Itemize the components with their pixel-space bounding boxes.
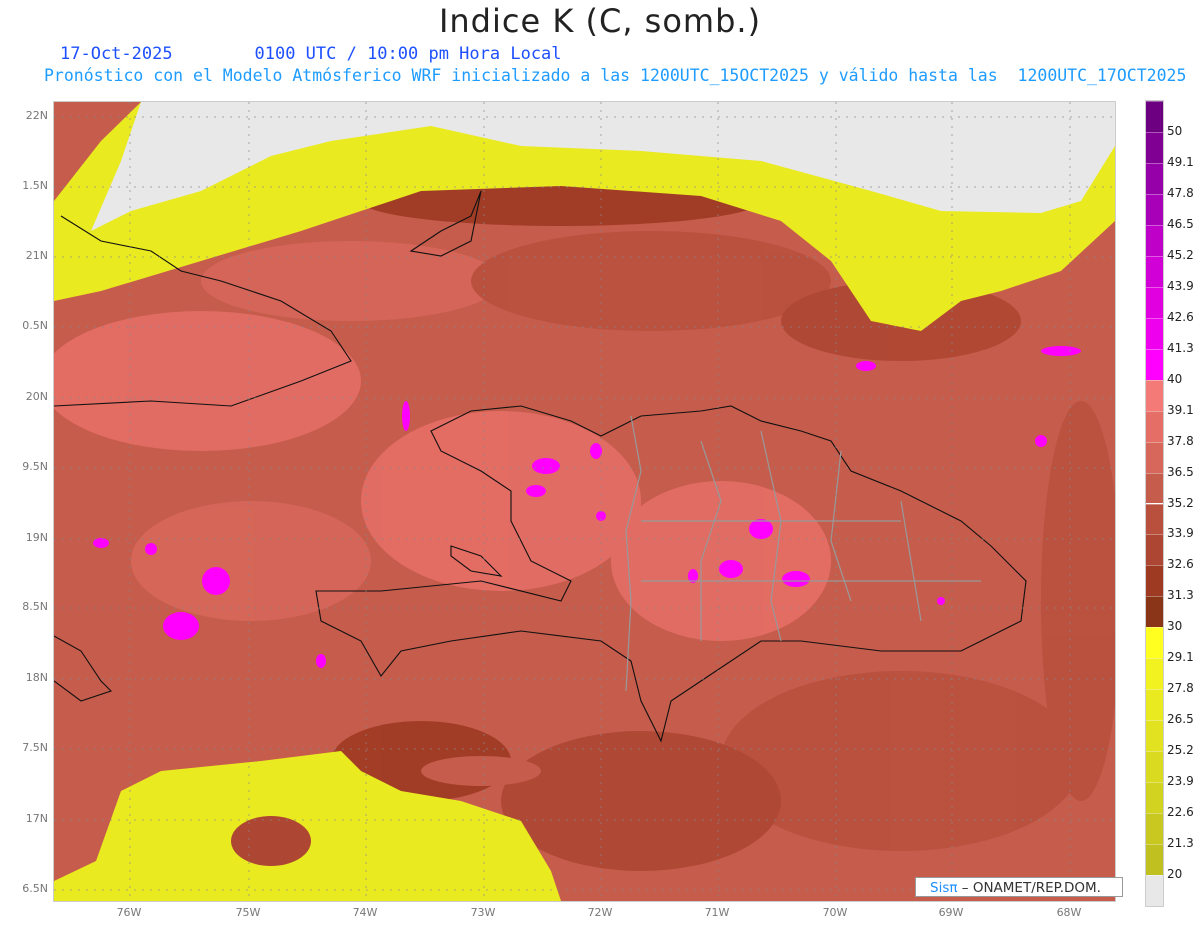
lon-tick-label: 72W <box>587 906 613 919</box>
colorbar-segment <box>1146 751 1163 783</box>
colorbar-segment <box>1146 101 1163 132</box>
colorbar-label: 26.5 <box>1167 712 1194 727</box>
valid-time-line: 17-Oct-2025 0100 UTC / 10:00 pm Hora Loc… <box>60 44 562 64</box>
colorbar-segment <box>1146 503 1163 535</box>
lon-tick-label: 76W <box>116 906 142 919</box>
lat-tick-label: 1.5N <box>22 179 48 192</box>
colorbar-segment <box>1146 844 1163 876</box>
forecast-time: 0100 UTC / 10:00 pm Hora Local <box>254 44 562 64</box>
lon-tick-label: 69W <box>938 906 964 919</box>
colorbar-label: 21.3 <box>1167 836 1194 851</box>
map-title: Indice K (C, somb.) <box>438 2 762 40</box>
model-subtitle: Pronóstico con el Modelo Atmósferico WRF… <box>44 66 1187 85</box>
colorbar-segment <box>1146 348 1163 380</box>
colorbar-label: 30 <box>1167 619 1183 634</box>
colorbar-label: 42.6 <box>1167 309 1194 324</box>
colorbar-segment <box>1146 565 1163 597</box>
colorbar-segment <box>1146 720 1163 752</box>
colorbar-segment <box>1146 875 1163 906</box>
colorbar-segment <box>1146 472 1163 504</box>
colorbar-label: 39.1 <box>1167 402 1194 417</box>
lat-tick-label: 7.5N <box>22 741 48 754</box>
colorbar-segment <box>1146 627 1163 659</box>
lon-tick-label: 68W <box>1056 906 1082 919</box>
colorbar-segment <box>1146 224 1163 256</box>
colorbar-label: 37.8 <box>1167 433 1194 448</box>
colorbar-segment <box>1146 193 1163 225</box>
lon-tick-label: 73W <box>470 906 496 919</box>
lat-tick-label: 18N <box>25 671 48 684</box>
colorbar-label: 43.9 <box>1167 278 1194 293</box>
colorbar-label: 23.9 <box>1167 774 1194 789</box>
lat-tick-label: 6.5N <box>22 882 48 895</box>
colorbar-label: 49.1 <box>1167 154 1194 169</box>
lon-tick-label: 70W <box>822 906 848 919</box>
watermark: Sisπ – ONAMET/REP.DOM. <box>915 877 1123 897</box>
colorbar-segment <box>1146 131 1163 163</box>
lat-tick-label: 17N <box>25 812 48 825</box>
lat-tick-label: 0.5N <box>22 319 48 332</box>
colorbar-segment <box>1146 410 1163 442</box>
colorbar-segment <box>1146 286 1163 318</box>
lat-tick-label: 21N <box>25 249 48 262</box>
colorbar-label: 46.5 <box>1167 216 1194 231</box>
lat-tick-label: 9.5N <box>22 460 48 473</box>
colorbar-label: 50 <box>1167 123 1183 138</box>
colorbar-label: 27.8 <box>1167 681 1194 696</box>
colorbar-segment <box>1146 534 1163 566</box>
colorbar-label: 25.2 <box>1167 743 1194 758</box>
lat-tick-label: 20N <box>25 390 48 403</box>
colorbar-segment <box>1146 162 1163 194</box>
lat-tick-label: 8.5N <box>22 600 48 613</box>
colorbar-segment <box>1146 689 1163 721</box>
colorbar-label: 47.8 <box>1167 185 1194 200</box>
colorbar-segment <box>1146 596 1163 628</box>
colorbar-label: 40 <box>1167 371 1183 386</box>
weather-map-figure: Indice K (C, somb.) 17-Oct-2025 0100 UTC… <box>0 0 1200 927</box>
colorbar-label: 35.2 <box>1167 495 1194 510</box>
lon-tick-label: 75W <box>235 906 261 919</box>
lon-tick-label: 74W <box>352 906 378 919</box>
colorbar <box>1145 100 1164 907</box>
colorbar-label: 41.3 <box>1167 340 1194 355</box>
lon-tick-label: 71W <box>704 906 730 919</box>
lat-tick-label: 22N <box>25 109 48 122</box>
watermark-brand: Sisπ <box>930 880 958 896</box>
colorbar-label: 45.2 <box>1167 247 1194 262</box>
colorbar-segment <box>1146 782 1163 814</box>
watermark-text: – ONAMET/REP.DOM. <box>957 880 1101 896</box>
colorbar-segment <box>1146 255 1163 287</box>
colorbar-label: 33.9 <box>1167 526 1194 541</box>
colorbar-label: 29.1 <box>1167 650 1194 665</box>
colorbar-segment <box>1146 379 1163 411</box>
colorbar-label: 22.6 <box>1167 805 1194 820</box>
colorbar-segment <box>1146 658 1163 690</box>
k-index-map <box>53 101 1116 902</box>
colorbar-label: 32.6 <box>1167 557 1194 572</box>
colorbar-segment <box>1146 441 1163 473</box>
colorbar-segment <box>1146 317 1163 349</box>
forecast-date: 17-Oct-2025 <box>60 44 173 64</box>
colorbar-label: 36.5 <box>1167 464 1194 479</box>
colorbar-label: 31.3 <box>1167 588 1194 603</box>
lat-tick-label: 19N <box>25 531 48 544</box>
colorbar-segment <box>1146 813 1163 845</box>
colorbar-label: 20 <box>1167 867 1183 882</box>
